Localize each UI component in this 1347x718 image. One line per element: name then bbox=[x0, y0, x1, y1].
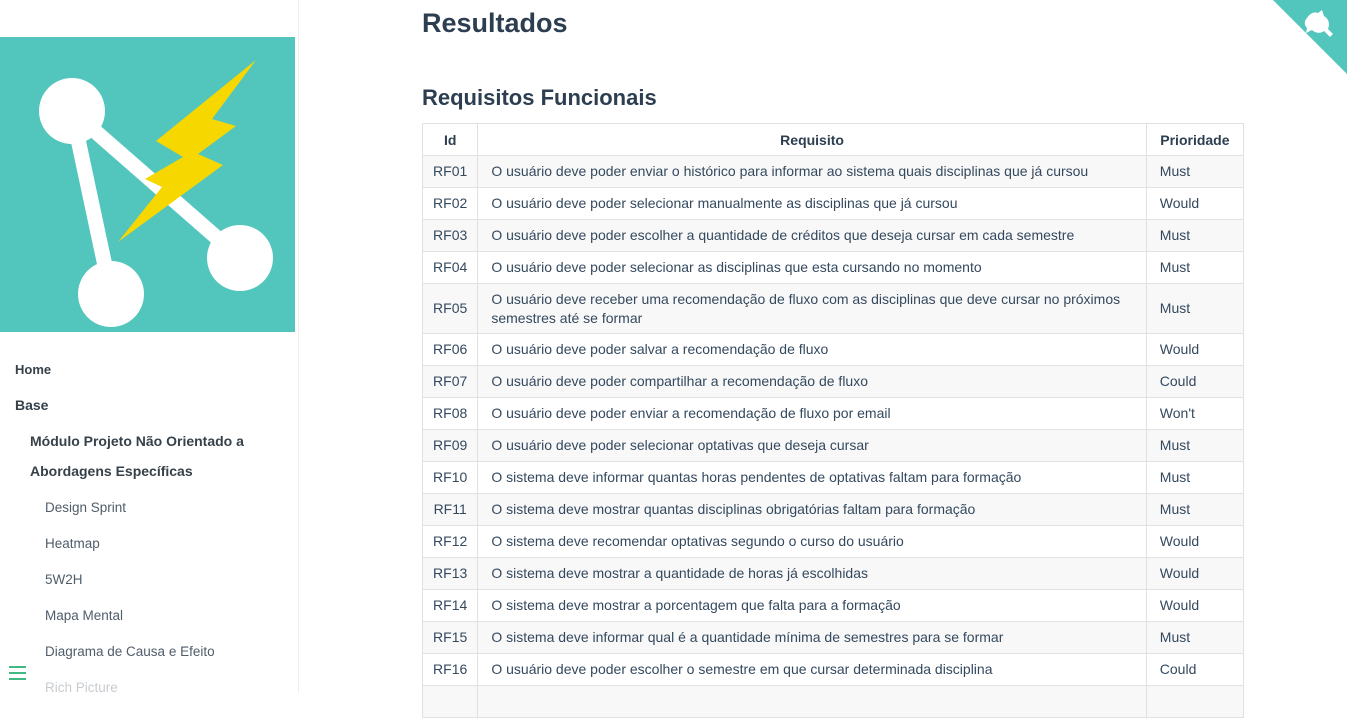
table-row: RF12 O sistema deve recomendar optativas… bbox=[421, 525, 1245, 558]
cell-requisito: O sistema deve mostrar a porcentagem que… bbox=[477, 589, 1147, 622]
table-row: RF03 O usuário deve poder escolher a qua… bbox=[421, 219, 1245, 252]
cell-id: RF08 bbox=[421, 397, 479, 430]
requirements-table: Id Requisito Prioridade RF01 O usuário d… bbox=[421, 123, 1245, 718]
cell-prioridade: Would bbox=[1145, 187, 1245, 220]
table-header-row: Id Requisito Prioridade bbox=[421, 123, 1245, 156]
cell-requisito: O sistema deve informar quantas horas pe… bbox=[477, 461, 1147, 494]
column-header-id: Id bbox=[421, 123, 479, 156]
sidebar: Home Base Módulo Projeto Não Orientado a… bbox=[0, 0, 299, 693]
table-row: RF08 O usuário deve poder enviar a recom… bbox=[421, 397, 1245, 430]
sidebar-item-design-sprint[interactable]: Design Sprint bbox=[45, 500, 126, 515]
sidebar-item-home[interactable]: Home bbox=[15, 362, 51, 377]
cell-id bbox=[421, 685, 479, 718]
cell-id: RF04 bbox=[421, 251, 479, 284]
cell-prioridade: Would bbox=[1145, 525, 1245, 558]
cell-requisito bbox=[477, 685, 1147, 718]
cell-id: RF06 bbox=[421, 333, 479, 366]
cell-id: RF14 bbox=[421, 589, 479, 622]
cell-prioridade: Must bbox=[1145, 283, 1245, 334]
column-header-requisito: Requisito bbox=[477, 123, 1147, 156]
table-row: RF05 O usuário deve receber uma recomend… bbox=[421, 283, 1245, 334]
cell-requisito: O sistema deve mostrar a quantidade de h… bbox=[477, 557, 1147, 590]
table-row: RF01 O usuário deve poder enviar o histó… bbox=[421, 155, 1245, 188]
cell-requisito: O usuário deve receber uma recomendação … bbox=[477, 283, 1147, 334]
cell-requisito: O usuário deve poder selecionar as disci… bbox=[477, 251, 1147, 284]
sidebar-item-rich-picture[interactable]: Rich Picture bbox=[45, 680, 118, 693]
cell-prioridade: Must bbox=[1145, 155, 1245, 188]
table-row: RF09 O usuário deve poder selecionar opt… bbox=[421, 429, 1245, 462]
cell-requisito: O usuário deve poder selecionar optativa… bbox=[477, 429, 1147, 462]
sidebar-item-base[interactable]: Base bbox=[15, 397, 48, 413]
cell-prioridade: Would bbox=[1145, 333, 1245, 366]
table-row: RF07 O usuário deve poder compartilhar a… bbox=[421, 365, 1245, 398]
network-bolt-icon bbox=[39, 60, 273, 327]
sidebar-item-5w2h[interactable]: 5W2H bbox=[45, 572, 83, 587]
github-corner-link[interactable] bbox=[1273, 0, 1347, 74]
cell-requisito: O usuário deve poder escolher a quantida… bbox=[477, 219, 1147, 252]
cell-prioridade bbox=[1145, 685, 1245, 718]
sidebar-item-modulo-line1[interactable]: Módulo Projeto Não Orientado a bbox=[30, 433, 244, 449]
section-title: Requisitos Funcionais bbox=[422, 85, 657, 110]
cell-id: RF03 bbox=[421, 219, 479, 252]
page-title: Resultados bbox=[422, 8, 568, 38]
cell-id: RF10 bbox=[421, 461, 479, 494]
cell-id: RF01 bbox=[421, 155, 479, 188]
cell-prioridade: Must bbox=[1145, 493, 1245, 526]
cell-requisito: O usuário deve poder escolher o semestre… bbox=[477, 653, 1147, 686]
table-row: RF10 O sistema deve informar quantas hor… bbox=[421, 461, 1245, 494]
cell-id: RF12 bbox=[421, 525, 479, 558]
cell-id: RF09 bbox=[421, 429, 479, 462]
sidebar-item-mapa-mental[interactable]: Mapa Mental bbox=[45, 608, 123, 623]
cell-requisito: O usuário deve poder compartilhar a reco… bbox=[477, 365, 1147, 398]
cell-prioridade: Must bbox=[1145, 429, 1245, 462]
cell-requisito: O sistema deve recomendar optativas segu… bbox=[477, 525, 1147, 558]
cell-prioridade: Would bbox=[1145, 589, 1245, 622]
cell-requisito: O usuário deve poder enviar a recomendaç… bbox=[477, 397, 1147, 430]
table-row: RF04 O usuário deve poder selecionar as … bbox=[421, 251, 1245, 284]
cell-requisito: O sistema deve mostrar quantas disciplin… bbox=[477, 493, 1147, 526]
table-row: RF14 O sistema deve mostrar a porcentage… bbox=[421, 589, 1245, 622]
cell-prioridade: Won't bbox=[1145, 397, 1245, 430]
table-row: RF13 O sistema deve mostrar a quantidade… bbox=[421, 557, 1245, 590]
cell-id: RF02 bbox=[421, 187, 479, 220]
table-row: RF11 O sistema deve mostrar quantas disc… bbox=[421, 493, 1245, 526]
cell-requisito: O sistema deve informar qual é a quantid… bbox=[477, 621, 1147, 654]
cell-id: RF07 bbox=[421, 365, 479, 398]
cell-prioridade: Could bbox=[1145, 365, 1245, 398]
cell-id: RF11 bbox=[421, 493, 479, 526]
cell-prioridade: Must bbox=[1145, 621, 1245, 654]
cell-prioridade: Must bbox=[1145, 461, 1245, 494]
table-row: RF15 O sistema deve informar qual é a qu… bbox=[421, 621, 1245, 654]
cell-prioridade: Could bbox=[1145, 653, 1245, 686]
cell-id: RF13 bbox=[421, 557, 479, 590]
hamburger-icon[interactable] bbox=[9, 664, 27, 682]
github-octocat-icon bbox=[1273, 0, 1347, 74]
sidebar-item-modulo-line2[interactable]: Abordagens Específicas bbox=[30, 463, 193, 479]
cell-requisito: O usuário deve poder enviar o histórico … bbox=[477, 155, 1147, 188]
cell-requisito: O usuário deve poder salvar a recomendaç… bbox=[477, 333, 1147, 366]
table-row: RF16 O usuário deve poder escolher o sem… bbox=[421, 653, 1245, 686]
project-logo bbox=[0, 37, 295, 332]
cell-prioridade: Must bbox=[1145, 219, 1245, 252]
cell-id: RF15 bbox=[421, 621, 479, 654]
cell-prioridade: Must bbox=[1145, 251, 1245, 284]
cell-id: RF16 bbox=[421, 653, 479, 686]
table-row bbox=[421, 685, 1245, 718]
table-row: RF02 O usuário deve poder selecionar man… bbox=[421, 187, 1245, 220]
sidebar-item-heatmap[interactable]: Heatmap bbox=[45, 536, 100, 551]
cell-requisito: O usuário deve poder selecionar manualme… bbox=[477, 187, 1147, 220]
table-row: RF06 O usuário deve poder salvar a recom… bbox=[421, 333, 1245, 366]
sidebar-item-diagrama-causa-efeito[interactable]: Diagrama de Causa e Efeito bbox=[45, 644, 215, 659]
cell-id: RF05 bbox=[421, 283, 479, 334]
cell-prioridade: Would bbox=[1145, 557, 1245, 590]
column-header-prioridade: Prioridade bbox=[1145, 123, 1245, 156]
